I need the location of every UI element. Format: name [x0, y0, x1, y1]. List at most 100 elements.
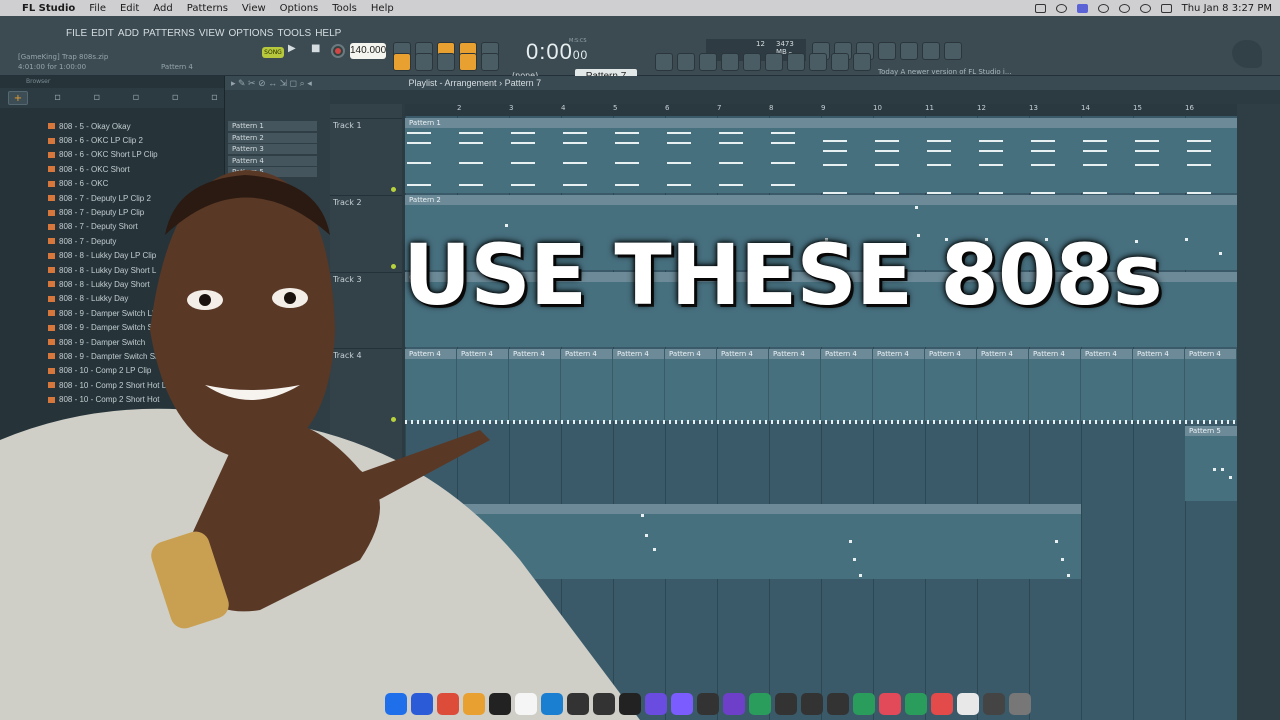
pattern-clip[interactable]: [717, 349, 768, 421]
dock-app-icon[interactable]: [619, 693, 641, 715]
browser-file-item[interactable]: 808 - 9 - Damper Switch LP: [0, 306, 225, 320]
browser-file-item[interactable]: 808 - 6 - OKC Short: [0, 162, 225, 176]
send-icon[interactable]: [831, 53, 849, 71]
app-name-menu[interactable]: FL Studio: [22, 3, 75, 14]
dock-app-icon[interactable]: [827, 693, 849, 715]
track-led[interactable]: [391, 264, 396, 269]
fl-menu-options[interactable]: OPTIONS: [228, 28, 273, 39]
link-icon[interactable]: [459, 53, 477, 71]
fl-menu-tools[interactable]: TOOLS: [277, 28, 311, 39]
browser-all-tab[interactable]: +: [8, 91, 28, 105]
dock-app-icon[interactable]: [749, 693, 771, 715]
song-mode-button[interactable]: SONG: [262, 47, 284, 58]
track-header[interactable]: Track 3: [330, 272, 402, 348]
playlist-tools[interactable]: ▸ ✎ ✂ ⊘ ↔ ⇲ ◻ ⌕ ◂: [231, 76, 406, 90]
browser-file-item[interactable]: 808 - 6 - OKC: [0, 177, 225, 191]
fl-menu-add[interactable]: ADD: [118, 28, 139, 39]
pattern-list-item[interactable]: Pattern 2: [228, 132, 317, 143]
browser-file-item[interactable]: 808 - 9 - Damper Switch: [0, 335, 225, 349]
dock-app-icon[interactable]: [697, 693, 719, 715]
pattern-list-item[interactable]: Pattern 1: [228, 121, 317, 131]
browser-icon[interactable]: [743, 53, 761, 71]
help-icon[interactable]: [878, 42, 896, 60]
arrow-icon[interactable]: [415, 53, 433, 71]
status-icon[interactable]: [1055, 3, 1067, 13]
dock-app-icon[interactable]: [983, 693, 1005, 715]
pattern-clip[interactable]: [821, 349, 872, 421]
track-header[interactable]: Track 2: [330, 195, 402, 272]
cloud-icon[interactable]: [853, 53, 871, 71]
dock-app-icon[interactable]: [489, 693, 511, 715]
menu-help[interactable]: Help: [371, 3, 394, 14]
search-icon[interactable]: [1139, 3, 1151, 13]
browser-file-item[interactable]: 808 - 6 - OKC Short LP Clip: [0, 148, 225, 162]
dock-app-icon[interactable]: [671, 693, 693, 715]
browser-file-item[interactable]: 808 - 8 - Lukky Day Short: [0, 277, 225, 291]
menu-tools[interactable]: Tools: [332, 3, 357, 14]
browser-file-item[interactable]: 808 - 7 - Deputy LP Clip: [0, 205, 225, 219]
dock-app-icon[interactable]: [463, 693, 485, 715]
plugin-icon[interactable]: [765, 53, 783, 71]
wifi-icon[interactable]: [1118, 3, 1130, 13]
pattern-clip[interactable]: [405, 118, 1237, 193]
menu-view[interactable]: View: [242, 3, 266, 14]
status-icon[interactable]: [1034, 3, 1046, 13]
browser-file-item[interactable]: 808 - 8 - Lukky Day: [0, 292, 225, 306]
pattern-clip[interactable]: [509, 349, 560, 421]
channel-rack-icon[interactable]: [699, 53, 717, 71]
mixer-icon[interactable]: [721, 53, 739, 71]
pattern-clip[interactable]: [977, 349, 1028, 421]
piano-icon[interactable]: [393, 53, 411, 71]
pattern-clip[interactable]: [1185, 349, 1236, 421]
playlist-grid[interactable]: Pattern 1 Pattern 2 ern Pattern 4 Pattern 4P…: [405, 116, 1237, 720]
pattern-clip[interactable]: [457, 349, 508, 421]
pattern-list-item[interactable]: Pattern 3: [228, 144, 317, 154]
slide-icon[interactable]: [437, 53, 455, 71]
pointer-icon[interactable]: [809, 53, 827, 71]
pattern-clip[interactable]: [769, 349, 820, 421]
menu-options[interactable]: Options: [280, 3, 319, 14]
status-icon[interactable]: [1097, 3, 1109, 13]
fl-menu-patterns[interactable]: PATTERNS: [143, 28, 195, 39]
save-icon[interactable]: [900, 42, 918, 60]
browser-file-item[interactable]: 808 - 8 - Lukky Day Short L: [0, 263, 225, 277]
stamp-icon[interactable]: [481, 53, 499, 71]
track-header[interactable]: Track 1: [330, 118, 402, 195]
status-icon[interactable]: [1076, 3, 1088, 13]
folder-icon[interactable]: ▫: [126, 91, 145, 105]
browser-file-item[interactable]: 808 - 6 - OKC LP Clip 2: [0, 133, 225, 147]
dock-app-icon[interactable]: [515, 693, 537, 715]
folder-icon[interactable]: ▫: [87, 91, 106, 105]
fl-menu-edit[interactable]: EDIT: [91, 28, 114, 39]
menu-add[interactable]: Add: [153, 3, 172, 14]
browser-file-item[interactable]: 808 - 7 - Deputy: [0, 234, 225, 248]
dock-app-icon[interactable]: [853, 693, 875, 715]
render-icon[interactable]: [922, 42, 940, 60]
piano-roll-icon[interactable]: [677, 53, 695, 71]
stop-button[interactable]: ■: [311, 43, 320, 54]
pattern-clip[interactable]: [613, 349, 664, 421]
fl-menu-help[interactable]: HELP: [315, 28, 341, 39]
browser-file-item[interactable]: 808 - 7 - Deputy Short: [0, 220, 225, 234]
folder-icon[interactable]: ▫: [166, 91, 185, 105]
folder-icon[interactable]: ▫: [48, 91, 67, 105]
clock[interactable]: Thu Jan 8 3:27 PM: [1182, 3, 1272, 14]
browser-file-item[interactable]: 808 - 9 - Dampter Switch Sho: [0, 349, 225, 363]
playlist-scrollbar[interactable]: [1237, 104, 1280, 720]
dock-app-icon[interactable]: [879, 693, 901, 715]
track-led[interactable]: [391, 187, 396, 192]
dock-app-icon[interactable]: [723, 693, 745, 715]
pattern-clip[interactable]: [925, 349, 976, 421]
track-header[interactable]: Track 4: [330, 348, 402, 425]
dock-app-icon[interactable]: [905, 693, 927, 715]
dock-app-icon[interactable]: [775, 693, 797, 715]
dock-app-icon[interactable]: [411, 693, 433, 715]
tempo-display[interactable]: 140.000: [350, 43, 386, 59]
dock-app-icon[interactable]: [437, 693, 459, 715]
browser-file-item[interactable]: 808 - 7 - Deputy LP Clip 2: [0, 191, 225, 205]
pattern-clip[interactable]: [665, 349, 716, 421]
browser-file-item[interactable]: 808 - 10 - Comp 2 Short Hot LP: [0, 378, 225, 392]
dock-app-icon[interactable]: [801, 693, 823, 715]
dock-app-icon[interactable]: [957, 693, 979, 715]
dock-app-icon[interactable]: [593, 693, 615, 715]
